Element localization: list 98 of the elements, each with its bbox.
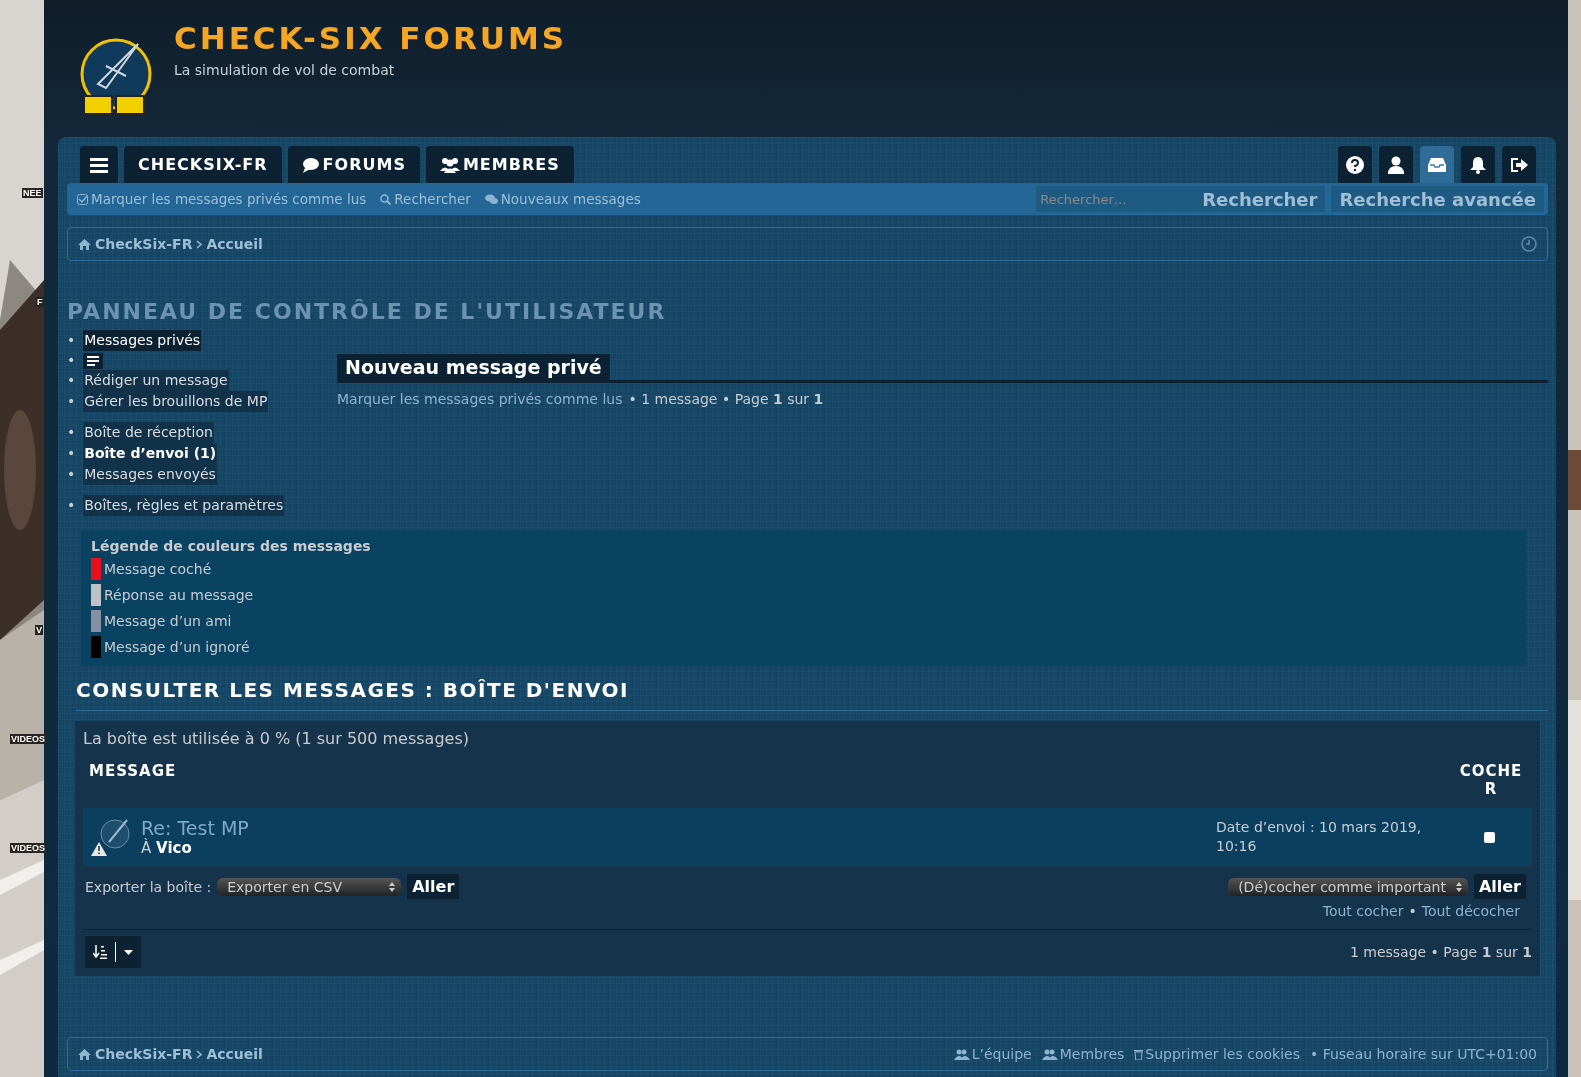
home-icon	[78, 238, 91, 250]
menu-item[interactable]: Boîtes, règles et paramètres	[83, 495, 285, 516]
nav-link[interactable]: Marquer les messages privés comme lus	[77, 191, 367, 207]
breadcrumb-link[interactable]: CheckSix-FR	[95, 236, 193, 252]
sort-icon	[93, 945, 107, 959]
bullet: •	[67, 465, 76, 484]
chevron-icon	[196, 239, 203, 249]
search-field[interactable]: Rechercher…	[1036, 186, 1195, 212]
help-icon	[1346, 155, 1364, 174]
backdrop-label: NEE	[22, 188, 43, 198]
bullet: •	[67, 351, 76, 370]
bullet-separator: •	[1408, 903, 1417, 919]
section-heading: CONSULTER LES MESSAGES : BOÎTE D'ENVOI	[76, 678, 1548, 711]
footer-link[interactable]: Supprimer les cookies	[1134, 1046, 1300, 1062]
menu-heading-link[interactable]: Messages privés	[83, 330, 202, 351]
recipient-prefix: À	[141, 839, 152, 857]
bullet: •	[67, 392, 76, 411]
go-button[interactable]: Aller	[1473, 874, 1526, 899]
breadcrumb-link[interactable]: CheckSix-FR	[95, 1046, 193, 1062]
nav-tab[interactable]: FORUMS	[287, 146, 420, 183]
message-subject-link[interactable]: Re: Test MP	[141, 817, 1208, 839]
search-icon	[380, 193, 392, 205]
go-button[interactable]: Aller	[407, 874, 460, 899]
backdrop-label: F	[36, 297, 44, 307]
check-all-link[interactable]: Tout cocher	[1322, 903, 1404, 919]
nav-link[interactable]: Nouveaux messages	[484, 191, 641, 207]
timezone-text: • Fuseau horaire sur UTC+01:00	[1309, 1046, 1537, 1062]
bell-icon	[1470, 155, 1486, 174]
backdrop-label: V	[35, 625, 43, 635]
menu-button[interactable]	[80, 146, 118, 183]
column-heading: COCHER	[1458, 762, 1524, 798]
sort-button[interactable]	[85, 936, 141, 968]
legend-label: Message d’un ignoré	[104, 639, 250, 655]
site-title: CHECK-SIX FORUMS	[174, 20, 568, 56]
user-icon	[1388, 155, 1404, 174]
people-icon	[439, 156, 460, 173]
home-icon	[78, 1048, 91, 1060]
section-heading: Nouveau message privé	[337, 354, 610, 380]
legend-label: Réponse au message	[104, 587, 254, 603]
legend-label: Message d’un ami	[104, 613, 232, 629]
people-icon	[1041, 1048, 1058, 1060]
nav-tab[interactable]: CHECKSIX-FR	[124, 146, 282, 183]
caret-icon	[124, 949, 133, 955]
legend-label: Message coché	[104, 561, 212, 577]
chevron-icon	[196, 1049, 203, 1059]
nav-tab[interactable]: MEMBRES	[425, 146, 574, 183]
breadcrumb-link[interactable]: Accueil	[206, 1046, 263, 1062]
help-button[interactable]	[1338, 146, 1372, 183]
uncheck-all-link[interactable]: Tout décocher	[1421, 903, 1520, 919]
backdrop-label: VIDEOS	[10, 734, 46, 744]
usage-text: La boîte est utilisée à 0 % (1 sur 500 messages)	[83, 729, 470, 748]
bullet: •	[67, 331, 76, 350]
menu-item[interactable]: Gérer les brouillons de MP	[83, 391, 269, 412]
menu-item[interactable]: Boîte de réception	[83, 422, 214, 443]
sent-date: Date d’envoi : 10 mars 2019, 10:16	[1216, 818, 1423, 856]
export-label: Exporter la boîte :	[85, 878, 212, 895]
footer-link[interactable]: L’équipe	[953, 1046, 1032, 1062]
user-button[interactable]	[1379, 146, 1413, 183]
pagination-text: • 1 message • Page 1 sur 1	[628, 391, 824, 407]
menu-item[interactable]: Boîte d’envoi (1)	[83, 443, 218, 464]
column-heading: MESSAGE	[89, 762, 177, 782]
search-button[interactable]: Rechercher	[1194, 186, 1326, 212]
chat-bubbles-icon	[484, 193, 498, 205]
logout-button[interactable]	[1502, 146, 1536, 183]
menu-icon	[90, 156, 108, 173]
clock-icon	[1521, 236, 1537, 252]
bell-button[interactable]	[1461, 146, 1495, 183]
menu-item[interactable]: Messages envoyés	[83, 464, 217, 485]
logout-icon	[1510, 156, 1528, 173]
pagination-text: 1 message • Page 1 sur 1	[1349, 944, 1532, 960]
bullet: •	[67, 444, 76, 463]
list-icon	[83, 352, 104, 369]
bullet: •	[67, 371, 76, 390]
updown-arrows-icon	[389, 881, 396, 892]
mark-select[interactable]: (Dé)cocher comme important	[1228, 877, 1468, 896]
checkbox[interactable]	[1484, 831, 1495, 843]
recipient-link[interactable]: Vico	[156, 839, 192, 857]
page-title: PANNEAU DE CONTRÔLE DE L'UTILISATEUR	[67, 299, 668, 324]
updown-arrows-icon	[1455, 881, 1462, 892]
nav-link[interactable]: Rechercher	[380, 191, 471, 207]
site-tagline: La simulation de vol de combat	[174, 62, 396, 78]
backdrop-label: VIDEOS	[10, 843, 46, 853]
menu-item[interactable]: Rédiger un message	[83, 370, 229, 391]
trash-icon	[1134, 1048, 1144, 1060]
bullet: •	[67, 496, 76, 515]
mark-read-link[interactable]: Marquer les messages privés comme lus	[337, 391, 623, 407]
inbox-icon	[1428, 157, 1446, 172]
legend-title: Légende de couleurs des messages	[91, 538, 372, 554]
checkbox-tick-icon	[77, 193, 88, 205]
export-select[interactable]: Exporter en CSV	[217, 877, 402, 896]
advanced-search-button[interactable]: Recherche avancée	[1331, 186, 1544, 212]
inbox-button[interactable]	[1420, 146, 1454, 183]
people-icon	[953, 1048, 970, 1060]
breadcrumb-link[interactable]: Accueil	[206, 236, 263, 252]
footer-link[interactable]: Membres	[1041, 1046, 1125, 1062]
bullet: •	[67, 423, 76, 442]
warning-avatar-icon	[91, 816, 133, 858]
speech-bubble-icon	[301, 156, 320, 173]
